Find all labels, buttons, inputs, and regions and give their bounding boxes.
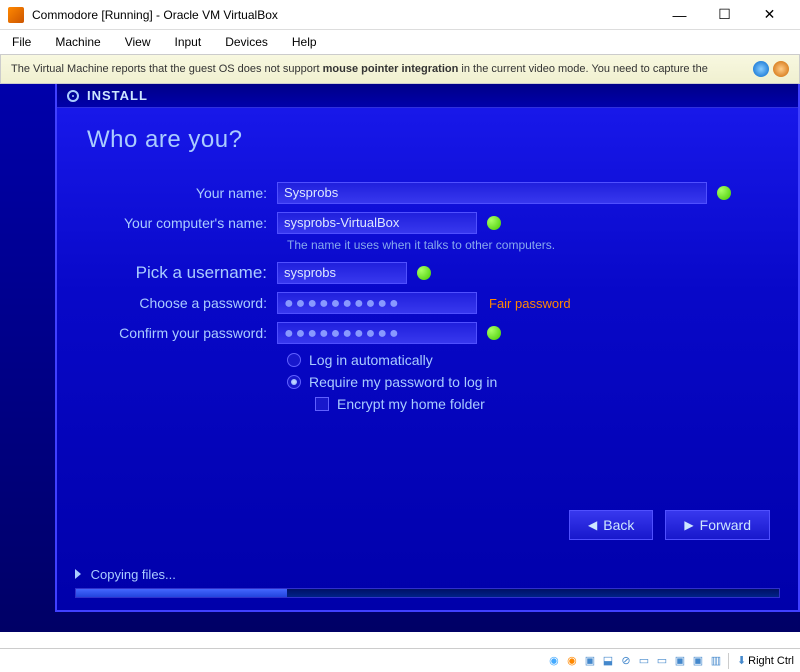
input-username[interactable]: sysprobs [277,262,407,284]
window-title: Commodore [Running] - Oracle VM VirtualB… [32,8,657,22]
sb-shared-icon[interactable]: ▭ [636,653,652,669]
row-username: Pick a username: sysprobs [87,262,768,284]
sb-audio-icon[interactable]: ▣ [690,653,706,669]
status-dot-name [717,186,731,200]
notification-text: The Virtual Machine reports that the gue… [11,63,753,75]
back-button[interactable]: ◀ Back [569,510,653,540]
info-icon[interactable] [773,61,789,77]
window-titlebar: Commodore [Running] - Oracle VM VirtualB… [0,0,800,30]
notification-bar: The Virtual Machine reports that the gue… [0,54,800,84]
host-key-label: Right Ctrl [748,655,794,667]
sb-clipboard-icon[interactable]: ▥ [708,653,724,669]
host-key-indicator[interactable]: ⬇ Right Ctrl [737,654,794,667]
sb-disk-icon[interactable]: ◉ [546,653,562,669]
notification-prefix: The Virtual Machine reports that the gue… [11,63,323,75]
sb-recording-icon[interactable]: ▣ [672,653,688,669]
progress-text: Copying files... [91,567,176,582]
installer-window: INSTALL Who are you? Your name: Sysprobs… [55,84,800,612]
installer-titlebar: INSTALL [57,84,798,108]
progress-bar [75,588,780,598]
arrow-down-icon: ⬇ [737,654,746,667]
page-heading: Who are you? [87,126,768,154]
row-your-name: Your name: Sysprobs [87,182,768,204]
menu-devices[interactable]: Devices [221,33,272,51]
close-button[interactable]: ✕ [747,1,792,29]
sb-divider [728,653,729,669]
sb-optical-icon[interactable]: ◉ [564,653,580,669]
back-label: Back [603,517,634,533]
window-controls: — ☐ ✕ [657,1,792,29]
label-confirm-password: Confirm your password: [87,325,277,341]
progress-area: Copying files... [75,567,780,598]
forward-label: Forward [700,517,751,533]
vm-statusbar: ◉ ◉ ▣ ⬓ ⊘ ▭ ▭ ▣ ▣ ▥ ⬇ Right Ctrl [0,648,800,672]
status-dot-computer [487,216,501,230]
menu-input[interactable]: Input [171,33,206,51]
installer-icon [67,90,79,102]
notification-actions [753,61,789,77]
menu-machine[interactable]: Machine [51,33,104,51]
dismiss-icon[interactable] [753,61,769,77]
password-strength: Fair password [489,296,571,311]
progress-fill [76,589,287,597]
sb-display-icon[interactable]: ▭ [654,653,670,669]
radio-require-password[interactable]: Require my password to log in [287,374,768,390]
sb-usb-icon[interactable]: ⊘ [618,653,634,669]
menu-file[interactable]: File [8,33,35,51]
notification-suffix: in the current video mode. You need to c… [458,63,708,75]
menu-view[interactable]: View [121,33,155,51]
row-computer-name: Your computer's name: sysprobs-VirtualBo… [87,212,768,234]
hint-computer-name: The name it uses when it talks to other … [287,238,768,252]
label-computer-name: Your computer's name: [87,215,277,231]
row-confirm-password: Confirm your password: ●●●●●●●●●● [87,322,768,344]
label-username: Pick a username: [87,263,277,283]
checkbox-label-encrypt: Encrypt my home folder [337,396,485,412]
installer-title: INSTALL [87,88,148,103]
row-password: Choose a password: ●●●●●●●●●● Fair passw… [87,292,768,314]
checkbox-icon [315,397,329,411]
forward-button[interactable]: ▶ Forward [665,510,770,540]
label-your-name: Your name: [87,185,277,201]
label-password: Choose a password: [87,295,277,311]
maximize-button[interactable]: ☐ [702,1,747,29]
radio-icon [287,353,301,367]
arrow-right-icon: ▶ [684,518,693,532]
status-dot-confirm [487,326,501,340]
arrow-left-icon: ◀ [588,518,597,532]
radio-icon-checked [287,375,301,389]
input-computer-name[interactable]: sysprobs-VirtualBox [277,212,477,234]
checkbox-encrypt[interactable]: Encrypt my home folder [315,396,768,412]
radio-auto-login[interactable]: Log in automatically [287,352,768,368]
radio-label-require: Require my password to log in [309,374,497,390]
disclosure-icon[interactable] [75,569,81,579]
sb-network-icon[interactable]: ⬓ [600,653,616,669]
status-dot-username [417,266,431,280]
menubar: File Machine View Input Devices Help [0,30,800,54]
app-icon [8,7,24,23]
input-your-name[interactable]: Sysprobs [277,182,707,204]
installer-body: Who are you? Your name: Sysprobs Your co… [57,108,798,430]
radio-label-auto: Log in automatically [309,352,433,368]
nav-buttons: ◀ Back ▶ Forward [569,510,770,540]
input-password[interactable]: ●●●●●●●●●● [277,292,477,314]
sb-hdd-icon[interactable]: ▣ [582,653,598,669]
progress-label: Copying files... [75,567,780,582]
minimize-button[interactable]: — [657,1,702,29]
notification-bold: mouse pointer integration [323,63,459,75]
vm-display: INSTALL Who are you? Your name: Sysprobs… [0,84,800,632]
menu-help[interactable]: Help [288,33,321,51]
input-confirm-password[interactable]: ●●●●●●●●●● [277,322,477,344]
